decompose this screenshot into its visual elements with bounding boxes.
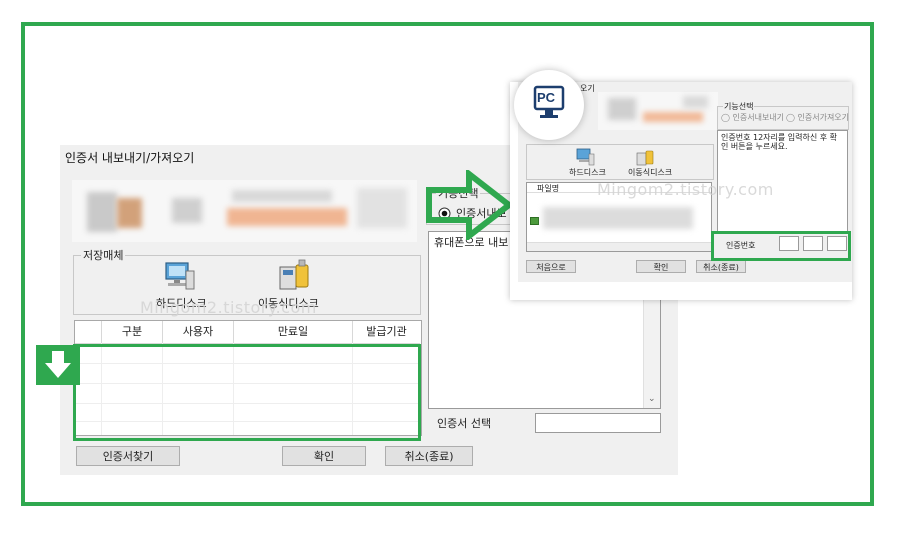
inset-function-group-label: 기능선택 [723, 101, 755, 112]
inset-cancel-button[interactable]: 취소(종료) [696, 260, 746, 273]
table-header[interactable]: 구분 [102, 321, 163, 344]
scroll-down-icon[interactable]: ⌄ [648, 394, 656, 404]
pc-label: PC [537, 90, 556, 105]
pc-badge: PC [514, 70, 584, 140]
inset-blurred-banner [598, 92, 718, 130]
dialog-title: 인증서 내보내기/가져오기 [65, 151, 195, 165]
removable-disk-icon[interactable] [636, 148, 656, 166]
watermark: Mingom2.tistory.com [140, 298, 317, 317]
inset-option-export-label: 인증서내보내기 [732, 113, 785, 122]
inset-storage-groupbox [526, 144, 714, 180]
inset-horizontal-scrollbar[interactable] [527, 242, 711, 251]
table-highlight-box [73, 344, 421, 441]
inset-first-button[interactable]: 처음으로 [526, 260, 576, 273]
inset-instructions: 인증번호 12자리를 입력하신 후 확인 버튼을 누르세요. [721, 133, 838, 151]
removable-disk-icon[interactable] [278, 259, 312, 293]
inset-option-import-label: 인증서가져오기 [797, 113, 850, 122]
table-header[interactable]: 발급기관 [353, 321, 420, 344]
auth-number-highlight-box [711, 231, 851, 261]
hard-disk-icon[interactable] [162, 261, 196, 293]
inset-ok-button[interactable]: 확인 [636, 260, 686, 273]
cert-select-input[interactable] [535, 413, 661, 433]
watermark: Mingom2.tistory.com [597, 180, 774, 199]
storage-group-label: 저장매체 [81, 247, 126, 263]
right-arrow-icon [425, 167, 515, 243]
find-cert-button[interactable]: 인증서찾기 [76, 446, 180, 466]
inset-removable-disk-label: 이동식디스크 [628, 168, 673, 177]
table-header[interactable]: 만료일 [234, 321, 353, 344]
blurred-banner [72, 180, 417, 242]
table-header-blank [75, 321, 102, 344]
table-header[interactable]: 사용자 [163, 321, 234, 344]
ok-button[interactable]: 확인 [282, 446, 366, 466]
cert-select-label: 인증서 선택 [437, 417, 492, 430]
inset-title-fragment: 오기 [580, 84, 595, 93]
down-arrow-icon [36, 345, 80, 385]
inset-option-import[interactable]: ◯ 인증서가져오기 [786, 112, 849, 123]
file-row-icon [530, 217, 539, 225]
inset-option-export[interactable]: ◯ 인증서내보내기 [721, 112, 784, 123]
hard-disk-icon[interactable] [575, 148, 595, 166]
cancel-button[interactable]: 취소(종료) [385, 446, 473, 466]
inset-hard-disk-label: 하드디스크 [569, 168, 606, 177]
